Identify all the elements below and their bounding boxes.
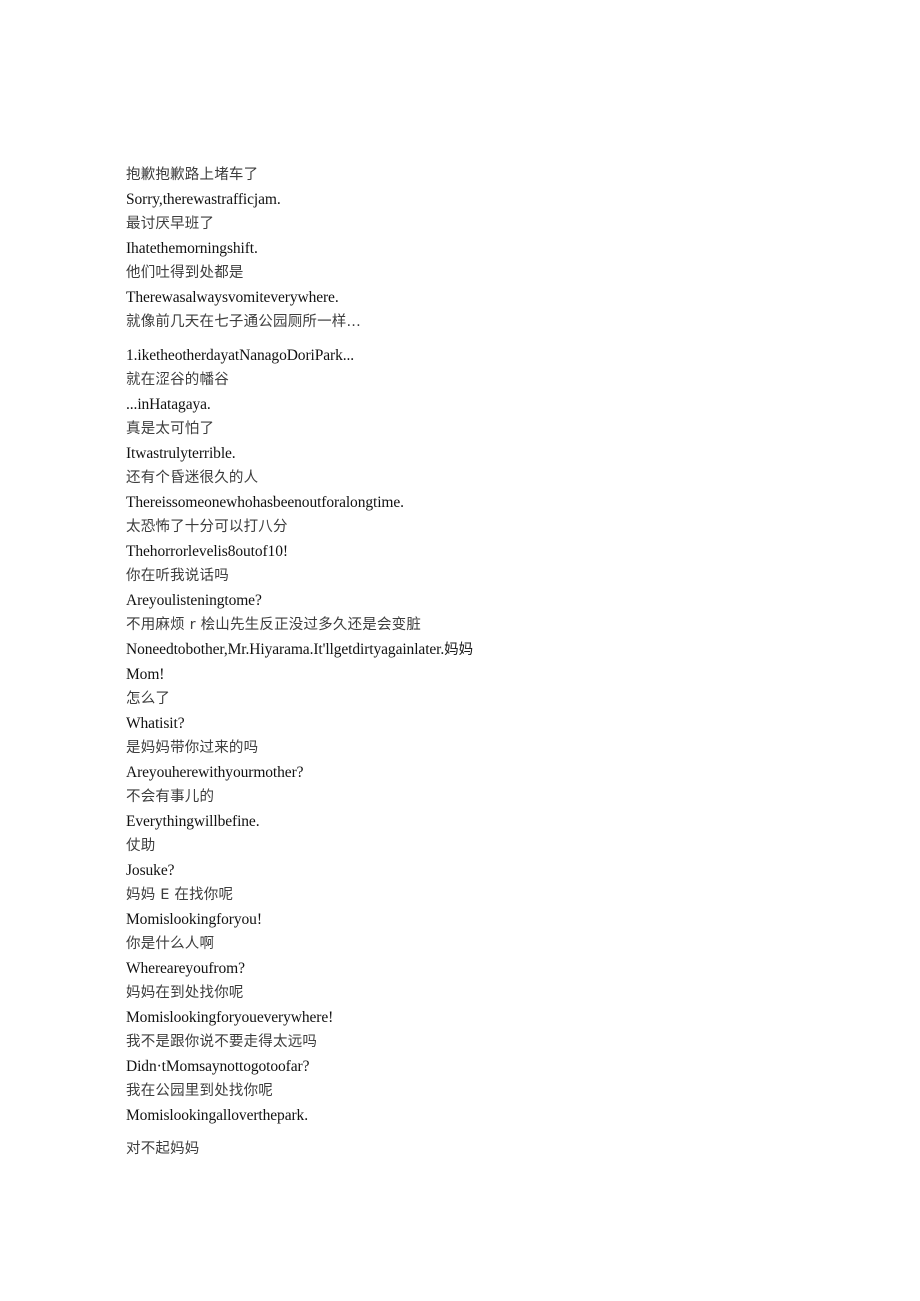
subtitle-line-source: 妈妈在到处找你呢 <box>126 981 826 1005</box>
line-text: 妈妈在到处找你呢 <box>126 985 244 1001</box>
line-text: ...inHatagaya. <box>126 396 211 413</box>
subtitle-line-translation: Itwastrulyterrible. <box>126 441 826 466</box>
line-text: 他们吐得到处都是 <box>126 265 244 281</box>
subtitle-line-source: 最讨厌早班了 <box>126 212 826 236</box>
line-text: Whatisit? <box>126 715 185 732</box>
subtitle-line-source: 仗助 <box>126 834 826 858</box>
line-text: 是妈妈带你过来的吗 <box>126 740 259 756</box>
subtitle-line-source: 太恐怖了十分可以打八分 <box>126 515 826 539</box>
line-text: 怎么了 <box>126 691 171 707</box>
subtitle-line-translation: Josuke? <box>126 858 826 883</box>
line-text: 仗助 <box>126 838 156 854</box>
line-text: 你在听我说话吗 <box>126 568 229 584</box>
line-text: 对不起妈妈 <box>126 1141 200 1157</box>
line-text: 妈妈 E 在找你呢 <box>126 887 234 903</box>
subtitle-line-translation: Momislookingforyou! <box>126 907 826 932</box>
subtitle-line-translation: Didn·tMomsaynottogotoofar? <box>126 1054 826 1079</box>
document-page: 抱歉抱歉路上堵车了 Sorry,therewastrafficjam. 最讨厌早班了… <box>0 0 920 1301</box>
subtitle-line-translation: Everythingwillbefine. <box>126 809 826 834</box>
line-text: Josuke? <box>126 862 175 879</box>
line-text: Everythingwillbefine. <box>126 813 260 830</box>
subtitle-line-translation: Thereissomeonewhohasbeenoutforalongtime. <box>126 490 826 515</box>
line-text: Areyoulisteningtome? <box>126 592 262 609</box>
subtitle-line-source: 就在涩谷的幡谷 <box>126 368 826 392</box>
subtitle-line-source: 妈妈 E 在找你呢 <box>126 883 826 907</box>
subtitle-line-source: 你在听我说话吗 <box>126 564 826 588</box>
line-text: Momislookingalloverthepark. <box>126 1107 308 1124</box>
line-text: 不用麻烦 r 桧山先生反正没过多久还是会变脏 <box>126 617 422 633</box>
subtitle-line-source: 怎么了 <box>126 687 826 711</box>
subtitle-line-translation: Areyouherewithyourmother? <box>126 760 826 785</box>
subtitle-line-source: 他们吐得到处都是 <box>126 261 826 285</box>
subtitle-line-translation: Momislookingforyoueverywhere! <box>126 1005 826 1030</box>
line-text-cjk-tail: 妈妈 <box>444 642 473 658</box>
subtitle-line-source: 真是太可怕了 <box>126 417 826 441</box>
line-text: 你是什么人啊 <box>126 936 215 952</box>
line-text: Momislookingforyoueverywhere! <box>126 1009 334 1026</box>
subtitle-line-source: 你是什么人啊 <box>126 932 826 956</box>
subtitle-line-source: 我不是跟你说不要走得太远吗 <box>126 1030 826 1054</box>
subtitle-line-source: 我在公园里到处找你呢 <box>126 1079 826 1103</box>
subtitle-line-source: 对不起妈妈 <box>126 1137 826 1161</box>
line-text: Sorry,therewastrafficjam. <box>126 191 281 208</box>
line-text: 最讨厌早班了 <box>126 216 215 232</box>
line-text: 就像前几天在七子通公园厕所一样... <box>126 314 361 330</box>
line-text: 就在涩谷的幡谷 <box>126 372 229 388</box>
transcript-body: 抱歉抱歉路上堵车了 Sorry,therewastrafficjam. 最讨厌早班了… <box>126 163 826 1161</box>
line-text: Thereissomeonewhohasbeenoutforalongtime. <box>126 494 404 511</box>
line-text: Thehorrorlevelis8outof10! <box>126 543 288 560</box>
line-text: 1.iketheotherdayatNanagoDoriPark... <box>126 347 355 364</box>
subtitle-line-translation: 1.iketheotherdayatNanagoDoriPark... <box>126 343 826 368</box>
line-text: 我在公园里到处找你呢 <box>126 1083 273 1099</box>
subtitle-line-source: 还有个昏迷很久的人 <box>126 466 826 490</box>
subtitle-line-translation: Thehorrorlevelis8outof10! <box>126 539 826 564</box>
line-text: 不会有事儿的 <box>126 789 215 805</box>
subtitle-line-translation: Momislookingalloverthepark. <box>126 1103 826 1128</box>
line-text: Whereareyoufrom? <box>126 960 245 977</box>
subtitle-line-source: 不会有事儿的 <box>126 785 826 809</box>
line-text: Momislookingforyou! <box>126 911 262 928</box>
line-text: 真是太可怕了 <box>126 421 215 437</box>
line-text: Didn·tMomsaynottogotoofar? <box>126 1058 310 1075</box>
line-text: Therewasalwaysvomiteverywhere. <box>126 289 339 306</box>
line-text: Noneedtobother,Mr.Hiyarama.It'llgetdirty… <box>126 641 445 658</box>
subtitle-line-translation: Whatisit? <box>126 711 826 736</box>
line-text: 抱歉抱歉路上堵车了 <box>126 167 259 183</box>
subtitle-line-translation: Therewasalwaysvomiteverywhere. <box>126 285 826 310</box>
subtitle-line-source: 是妈妈带你过来的吗 <box>126 736 826 760</box>
line-text: 还有个昏迷很久的人 <box>126 470 259 486</box>
line-text: Itwastrulyterrible. <box>126 445 236 462</box>
line-text: Mom! <box>126 666 165 683</box>
line-text: 我不是跟你说不要走得太远吗 <box>126 1034 318 1050</box>
subtitle-line-source: 不用麻烦 r 桧山先生反正没过多久还是会变脏 <box>126 613 826 637</box>
subtitle-line-translation: ...inHatagaya. <box>126 392 826 417</box>
subtitle-line-translation: Noneedtobother,Mr.Hiyarama.It'llgetdirty… <box>126 637 826 662</box>
subtitle-line-source: 就像前几天在七子通公园厕所一样... <box>126 310 826 334</box>
subtitle-line-translation: Areyoulisteningtome? <box>126 588 826 613</box>
subtitle-line-translation: Whereareyoufrom? <box>126 956 826 981</box>
subtitle-line-source: 抱歉抱歉路上堵车了 <box>126 163 826 187</box>
line-text: Ihatethemorningshift. <box>126 240 258 257</box>
subtitle-line-translation: Sorry,therewastrafficjam. <box>126 187 826 212</box>
line-text: Areyouherewithyourmother? <box>126 764 304 781</box>
subtitle-line-translation: Mom! <box>126 662 826 687</box>
subtitle-line-translation: Ihatethemorningshift. <box>126 236 826 261</box>
line-text: 太恐怖了十分可以打八分 <box>126 519 288 535</box>
